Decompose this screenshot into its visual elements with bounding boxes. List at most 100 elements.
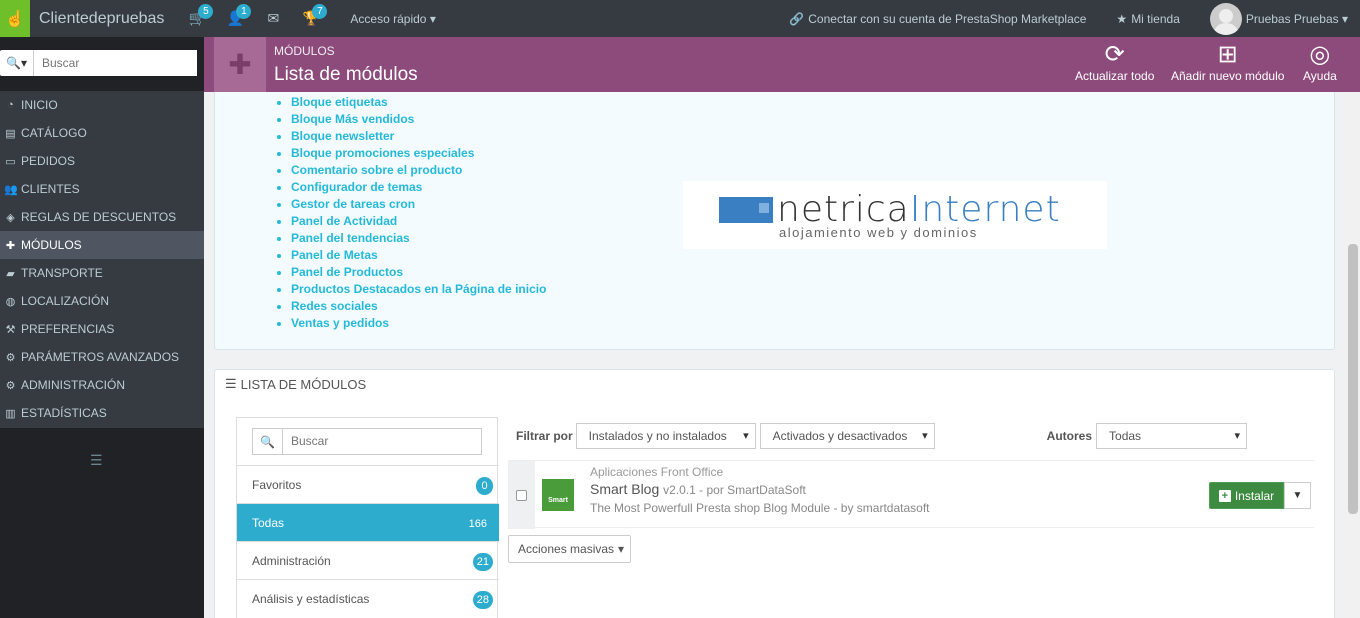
bulk-actions-label: Acciones masivas (518, 542, 615, 556)
list-item[interactable]: Bloque Más vendidos (276, 112, 546, 129)
installed-modules-list: Bloque etiquetas Bloque Más vendidos Blo… (276, 95, 546, 333)
marketplace-link[interactable]: 🔗 Conectar con su cuenta de PrestaShop M… (789, 12, 1086, 26)
prestashop-logo-icon[interactable]: ☝ (0, 0, 30, 37)
breadcrumb[interactable]: MÓDULOS (274, 44, 335, 58)
install-button[interactable]: + Instalar (1209, 482, 1284, 509)
module-checkbox[interactable] (508, 461, 535, 529)
list-item[interactable]: Bloque promociones especiales (276, 146, 546, 163)
list-item[interactable]: Bloque etiquetas (276, 95, 546, 112)
module-list-panel: ☰ LISTA DE MÓDULOS 🔍 Favoritos 0 Todas 1… (214, 369, 1335, 618)
caret-down-icon: ▾ (429, 11, 436, 26)
installed-modules-panel: Bloque etiquetas Bloque Más vendidos Blo… (214, 92, 1335, 350)
caret-down-icon: ▾ (1341, 11, 1348, 26)
cart-badge: 5 (198, 4, 214, 19)
sidebar-search-input[interactable] (34, 50, 197, 76)
sidebar-item-descuentos[interactable]: ◈ Reglas de descuentos (0, 203, 204, 231)
filter-row: Filtrar por Instalados y no instalados A… (516, 422, 1316, 450)
customer-notification[interactable]: 👤 1 (216, 0, 254, 37)
sidebar-item-administracion[interactable]: ⚙ Administración (0, 371, 204, 399)
collapse-menu-icon[interactable]: ☰ (90, 452, 103, 469)
user-menu[interactable]: Pruebas Pruebas ▾ (1246, 12, 1348, 26)
sidebar-item-parametros[interactable]: ⚙ Parámetros avanzados (0, 343, 204, 371)
truck-icon: ▰ (6, 267, 15, 280)
smart-blog-logo-icon: Smart (542, 479, 574, 511)
cart-notification[interactable]: 🛒 5 (178, 0, 216, 37)
plus-square-icon: + (1218, 489, 1231, 502)
category-count: 21 (472, 553, 493, 571)
list-item[interactable]: Panel del tendencias (276, 231, 546, 248)
sidebar-item-clientes[interactable]: 👥 Clientes (0, 175, 204, 203)
category-todas[interactable]: Todas 166 (237, 503, 499, 541)
sidebar-item-catalogo[interactable]: ▤ Catálogo (0, 119, 204, 147)
caret-down-icon: ▾ (618, 542, 625, 556)
module-name: Smart Blog v2.0.1 - por SmartDataSoft (590, 481, 806, 497)
help-label: Ayuda (1303, 69, 1337, 83)
user-name: Pruebas Pruebas (1245, 11, 1339, 26)
category-favoritos[interactable]: Favoritos 0 (237, 465, 499, 503)
category-administracion[interactable]: Administración 21 (237, 541, 499, 579)
shop-name-link[interactable]: Clientedepruebas (39, 10, 164, 28)
list-icon: ☰ (225, 376, 237, 391)
active-filter-select[interactable]: Activados y desactivados (759, 423, 935, 449)
caret-down-icon: ▼ (1292, 490, 1303, 501)
list-item[interactable]: Gestor de tareas cron (276, 197, 546, 214)
list-item[interactable]: Configurador de temas (276, 180, 546, 197)
message-notification[interactable]: ✉ (254, 0, 292, 37)
sidebar-item-label: Módulos (21, 238, 82, 252)
module-row: Smart Aplicaciones Front Office Smart Bl… (508, 460, 1314, 529)
sidebar-item-estadisticas[interactable]: ▥ Estadísticas (0, 399, 204, 427)
trophy-badge: 7 (312, 4, 328, 19)
tags-icon: ◈ (6, 211, 15, 224)
trophy-notification[interactable]: 🏆 7 (292, 0, 330, 37)
category-label: Todas (252, 515, 285, 530)
sidebar-item-pedidos[interactable]: ▭ Pedidos (0, 147, 204, 175)
sidebar-item-transporte[interactable]: ▰ Transporte (0, 259, 204, 287)
content-area: Bloque etiquetas Bloque Más vendidos Blo… (204, 92, 1346, 618)
list-item[interactable]: Panel de Productos (276, 265, 546, 282)
list-item[interactable]: Panel de Actividad (276, 214, 546, 231)
bulk-actions-button[interactable]: Acciones masivas ▾ (508, 535, 631, 563)
list-item[interactable]: Productos Destacados en la Página de ini… (276, 282, 546, 299)
sidebar-item-preferencias[interactable]: ⚒ Preferencias (0, 315, 204, 343)
sidebar-item-label: Reglas de descuentos (21, 210, 177, 224)
install-dropdown-button[interactable]: ▼ (1284, 482, 1311, 509)
authors-select[interactable]: Todas (1096, 423, 1248, 449)
list-item[interactable]: Comentario sobre el producto (276, 163, 546, 180)
list-item[interactable]: Redes sociales (276, 299, 546, 316)
list-item[interactable]: Bloque newsletter (276, 129, 546, 146)
quick-access-dropdown[interactable]: Acceso rápido ▾ (350, 12, 435, 26)
refresh-icon: ⟳ (1104, 41, 1125, 68)
sidebar-item-localizacion[interactable]: ◍ Localización (0, 287, 204, 315)
search-type-button[interactable]: 🔍 ▾ (0, 50, 34, 76)
list-item[interactable]: Ventas y pedidos (276, 316, 546, 333)
add-module-label: Añadir nuevo módulo (1171, 69, 1285, 83)
dashboard-icon: ◔ (7, 99, 14, 111)
install-filter-select[interactable]: Instalados y no instalados (575, 423, 756, 449)
banner-tagline: alojamiento web y dominios (779, 225, 978, 240)
authors-label: Autores (1046, 429, 1093, 443)
sidebar-item-inicio[interactable]: ◔ Inicio (0, 91, 204, 119)
sidebar-item-label: Preferencias (21, 322, 115, 336)
bar-chart-icon: ▥ (5, 407, 16, 420)
sidebar-item-label: Clientes (21, 182, 80, 196)
avatar[interactable] (1209, 2, 1242, 35)
users-icon: 👥 (4, 183, 18, 196)
page-scrollbar[interactable] (1346, 92, 1360, 618)
puzzle-icon: ✚ (214, 37, 266, 92)
sidebar-item-label: Localización (21, 294, 110, 308)
category-search-input[interactable] (283, 429, 481, 454)
marketplace-label: Conectar con su cuenta de PrestaShop Mar… (808, 11, 1087, 26)
my-shop-link[interactable]: ★ Mi tienda (1116, 12, 1179, 26)
help-button[interactable]: ◎ Ayuda (1303, 41, 1337, 83)
category-label: Favoritos (252, 477, 302, 492)
scrollbar-thumb[interactable] (1348, 244, 1358, 514)
star-icon: ★ (1116, 11, 1128, 26)
add-module-button[interactable]: ⊞ Añadir nuevo módulo (1171, 41, 1284, 83)
list-item[interactable]: Panel de Metas (276, 248, 546, 265)
category-analisis[interactable]: Análisis y estadísticas 28 (237, 579, 499, 617)
sidebar-item-modulos[interactable]: ✚ Módulos (0, 231, 204, 259)
module-category: Aplicaciones Front Office (590, 465, 724, 479)
module-logo-text: Smart (548, 497, 568, 504)
module-title: Smart Blog (590, 481, 660, 497)
update-all-button[interactable]: ⟳ Actualizar todo (1075, 41, 1154, 83)
